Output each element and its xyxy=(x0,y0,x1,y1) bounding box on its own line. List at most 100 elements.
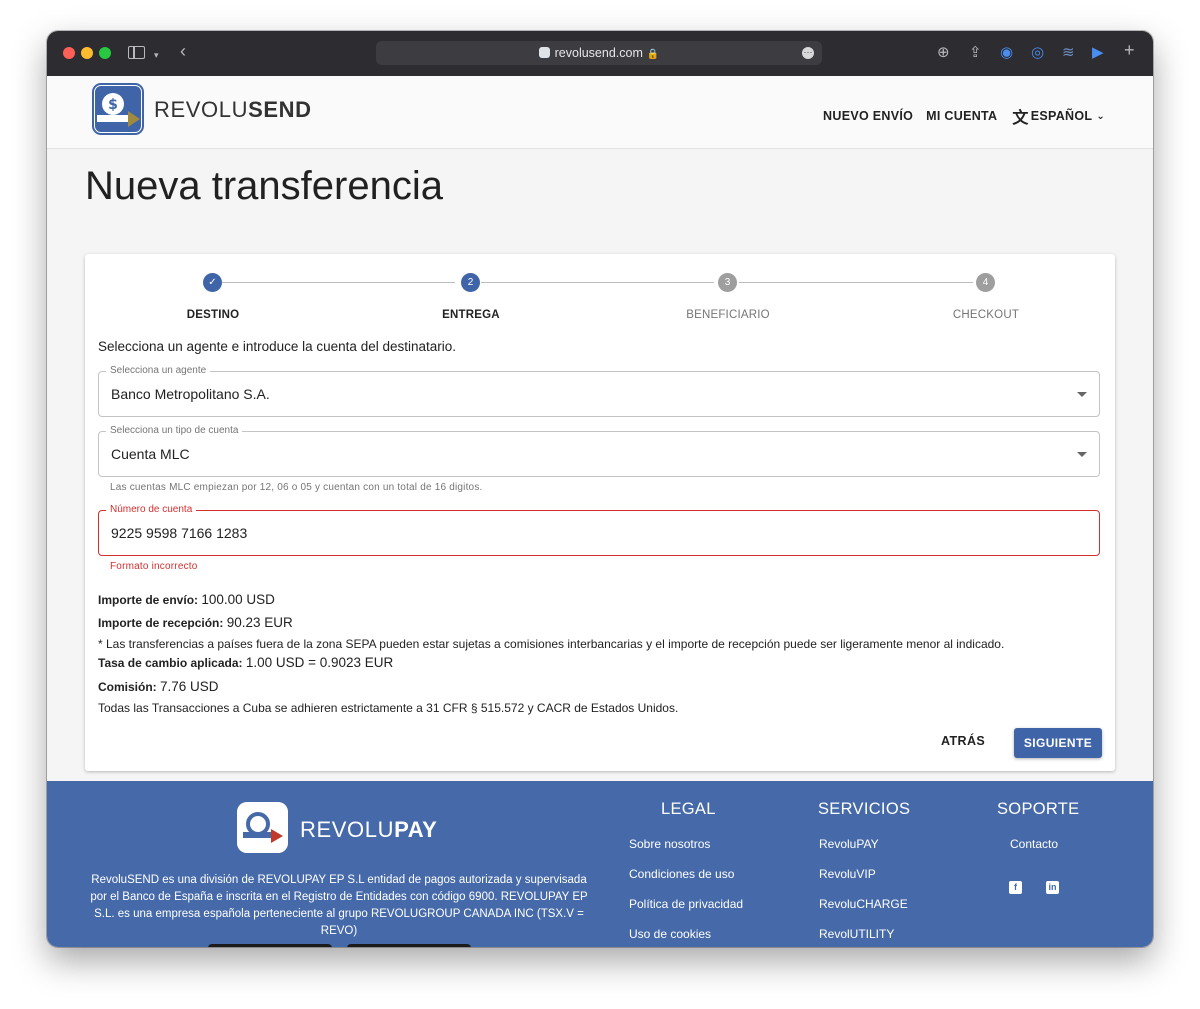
step-label-destino: DESTINO xyxy=(186,309,240,321)
exchange-rate: Tasa de cambio aplicada: 1.00 USD = 0.90… xyxy=(98,655,393,670)
account-type-helper: Las cuentas MLC empiezan por 12, 06 o 05… xyxy=(110,482,483,493)
chevron-down-icon: ⌄ xyxy=(1096,110,1105,122)
site-header: $ REVOLUSEND NUEVO ENVÍO MI CUENTA 文 ESP… xyxy=(47,76,1153,149)
send-amount-value: 100.00 USD xyxy=(201,592,275,607)
exchange-rate-value: 1.00 USD = 0.9023 EUR xyxy=(245,655,394,670)
step-connector xyxy=(222,282,455,283)
account-type-label: Selecciona un tipo de cuenta xyxy=(106,425,243,437)
footer-link-cookies[interactable]: Uso de cookies xyxy=(629,927,711,941)
extension-audio-icon[interactable]: ◎ xyxy=(1031,43,1044,63)
footer-link-privacy[interactable]: Política de privacidad xyxy=(629,897,743,911)
download-icon[interactable]: ⊕ xyxy=(937,43,950,63)
site-footer: REVOLUPAY RevoluSEND es una división de … xyxy=(47,781,1153,947)
footer-link-terms[interactable]: Condiciones de uso xyxy=(629,867,734,881)
extension-circle-icon[interactable]: ◉ xyxy=(1000,43,1013,63)
page-title: Nueva transferencia xyxy=(85,164,443,208)
send-amount: Importe de envío: 100.00 USD xyxy=(98,592,275,607)
sidebar-toggle-icon[interactable] xyxy=(128,46,145,59)
cuba-compliance-note: Todas las Transacciones a Cuba se adhier… xyxy=(98,701,679,715)
footer-link-revolutility[interactable]: RevolUTILITY xyxy=(819,927,894,941)
language-selector[interactable]: 文 ESPAÑOL ⌄ xyxy=(1012,104,1105,128)
footer-link-revolucharge[interactable]: RevoluCHARGE xyxy=(819,897,908,911)
step-label-entrega: ENTREGA xyxy=(442,309,500,321)
next-button[interactable]: SIGUIENTE xyxy=(1014,728,1102,758)
receive-amount-value: 90.23 EUR xyxy=(226,615,293,630)
svg-text:$: $ xyxy=(108,97,118,113)
brand-part-2: SEND xyxy=(248,97,312,122)
footer-link-revoluvip[interactable]: RevoluVIP xyxy=(819,867,876,881)
footer-brand-part-2: PAY xyxy=(394,817,438,842)
chevron-down-icon[interactable]: ▾ xyxy=(154,45,159,65)
address-url: revolusend.com xyxy=(554,46,643,60)
revolupay-logo-icon[interactable] xyxy=(237,802,288,853)
facebook-icon[interactable]: f xyxy=(1009,881,1022,894)
footer-support-title: SOPORTE xyxy=(997,800,1080,818)
nav-new-send[interactable]: NUEVO ENVÍO xyxy=(823,109,913,123)
footer-link-about[interactable]: Sobre nosotros xyxy=(629,837,710,851)
language-label: ESPAÑOL xyxy=(1030,109,1093,123)
footer-legal-title: LEGAL xyxy=(661,800,716,818)
app-store-badge[interactable] xyxy=(208,944,332,947)
stepper: ✓ DESTINO 2 ENTREGA 3 BENEFICIARIO 4 CHE… xyxy=(85,254,1115,334)
agent-select-value: Banco Metropolitano S.A. xyxy=(111,386,270,402)
footer-services-title: SERVICIOS xyxy=(818,800,911,818)
revolusend-logo-icon[interactable]: $ xyxy=(92,83,144,135)
more-options-icon[interactable]: ··· xyxy=(802,47,814,59)
account-type-select[interactable]: Selecciona un tipo de cuenta Cuenta MLC xyxy=(98,425,1100,477)
form-instruction: Selecciona un agente e introduce la cuen… xyxy=(98,339,457,354)
share-icon[interactable]: ⇪ xyxy=(969,43,982,63)
footer-link-revolupay[interactable]: RevoluPAY xyxy=(819,837,879,851)
extension-play-icon[interactable]: ▶ xyxy=(1092,43,1104,63)
dropdown-arrow-icon xyxy=(1077,392,1087,397)
account-number-input[interactable]: Número de cuenta 9225 9598 7166 1283 xyxy=(98,504,1100,556)
step-4-number: 4 xyxy=(976,273,995,292)
sepa-note: * Las transferencias a países fuera de l… xyxy=(98,637,1005,651)
site-favicon-icon xyxy=(538,47,550,58)
lock-icon: 🔒 xyxy=(646,49,660,60)
rss-icon[interactable]: ≋ xyxy=(1062,43,1075,63)
address-bar[interactable]: revolusend.com 🔒 ··· xyxy=(376,41,822,65)
footer-link-contact[interactable]: Contacto xyxy=(1010,837,1058,851)
main-nav: NUEVO ENVÍO MI CUENTA 文 ESPAÑOL ⌄ xyxy=(823,104,1105,128)
receive-amount: Importe de recepción: 90.23 EUR xyxy=(98,615,293,630)
receive-amount-label: Importe de recepción: xyxy=(98,616,224,630)
transfer-card: ✓ DESTINO 2 ENTREGA 3 BENEFICIARIO 4 CHE… xyxy=(85,254,1115,771)
agent-select-label: Selecciona un agente xyxy=(106,365,211,377)
step-1-check-icon: ✓ xyxy=(203,273,222,292)
step-connector xyxy=(481,282,714,283)
browser-window: ▾ ‹ revolusend.com 🔒 ··· ⊕ ⇪ ◉ ◎ ≋ ▶ + $ … xyxy=(47,31,1153,947)
account-number-value: 9225 9598 7166 1283 xyxy=(111,525,248,541)
fee: Comisión: 7.76 USD xyxy=(98,679,219,694)
close-window-button[interactable] xyxy=(63,47,75,59)
dropdown-arrow-icon xyxy=(1077,452,1087,457)
account-number-label: Número de cuenta xyxy=(106,504,197,516)
agent-select[interactable]: Selecciona un agente Banco Metropolitano… xyxy=(98,365,1100,417)
google-play-badge[interactable] xyxy=(347,944,471,947)
footer-brand-part-1: REVOLU xyxy=(300,817,395,842)
account-type-value: Cuenta MLC xyxy=(111,446,190,462)
step-label-checkout: CHECKOUT xyxy=(952,309,1020,321)
back-button[interactable]: ATRÁS xyxy=(941,734,985,748)
send-amount-label: Importe de envío: xyxy=(98,593,199,607)
website: $ REVOLUSEND NUEVO ENVÍO MI CUENTA 文 ESP… xyxy=(47,76,1153,947)
step-label-beneficiario: BENEFICIARIO xyxy=(686,309,770,321)
step-3-number: 3 xyxy=(718,273,737,292)
fee-value: 7.76 USD xyxy=(160,679,219,694)
fee-label: Comisión: xyxy=(98,680,157,694)
revolupay-wordmark[interactable]: REVOLUPAY xyxy=(300,817,437,843)
footer-description: RevoluSEND es una división de REVOLUPAY … xyxy=(90,874,588,937)
linkedin-icon[interactable]: in xyxy=(1046,881,1059,894)
step-connector xyxy=(739,282,973,283)
new-tab-icon[interactable]: + xyxy=(1124,40,1135,60)
account-number-error: Formato incorrecto xyxy=(110,561,198,572)
step-2-number: 2 xyxy=(461,273,480,292)
brand-wordmark[interactable]: REVOLUSEND xyxy=(154,97,312,123)
exchange-rate-label: Tasa de cambio aplicada: xyxy=(98,656,243,670)
nav-my-account[interactable]: MI CUENTA xyxy=(926,109,997,123)
brand-part-1: REVOLU xyxy=(154,97,249,122)
maximize-window-button[interactable] xyxy=(99,47,111,59)
translate-icon: 文 xyxy=(1012,110,1029,127)
browser-toolbar: ▾ ‹ revolusend.com 🔒 ··· ⊕ ⇪ ◉ ◎ ≋ ▶ + xyxy=(47,31,1153,76)
back-icon[interactable]: ‹ xyxy=(180,41,186,61)
minimize-window-button[interactable] xyxy=(81,47,93,59)
